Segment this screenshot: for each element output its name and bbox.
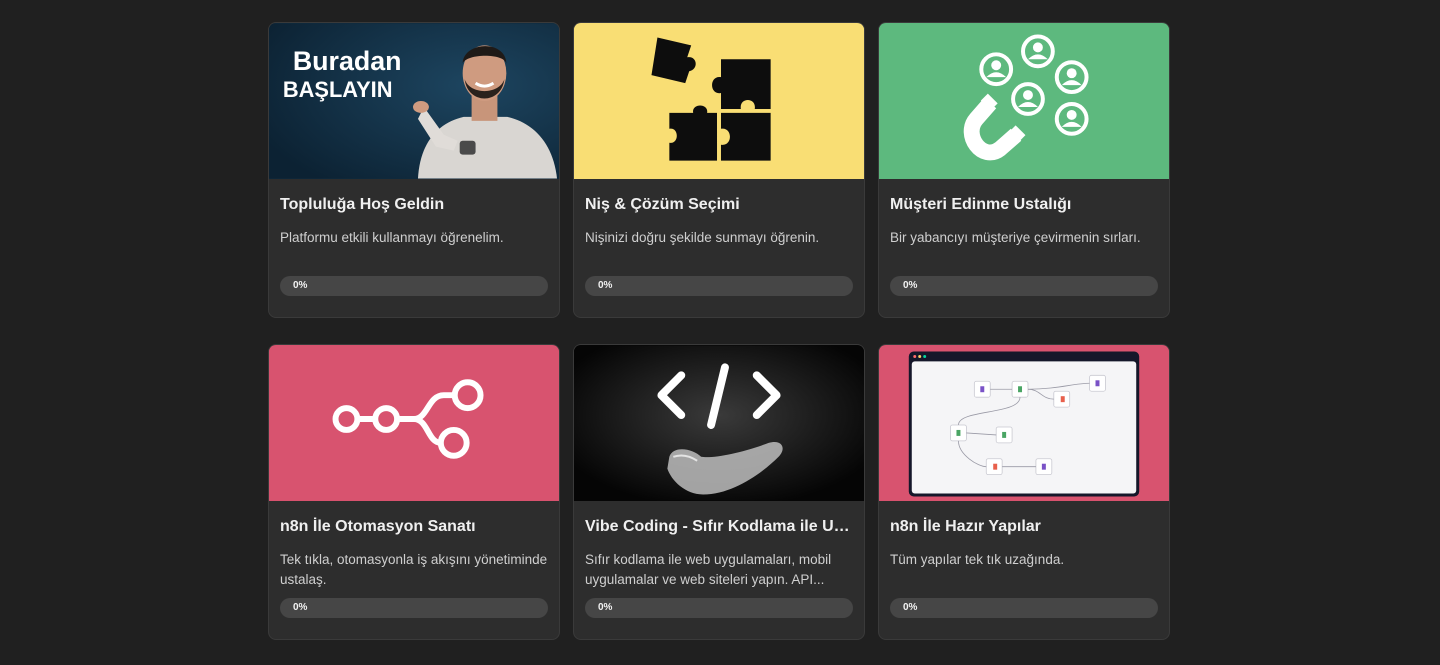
- course-card[interactable]: n8n İle Hazır Yapılar Tüm yapılar tek tı…: [878, 344, 1170, 640]
- course-grid: Buradan BAŞLAYIN Topluluğa Hoş Geldin Pl…: [268, 22, 1170, 640]
- course-thumbnail[interactable]: Buradan BAŞLAYIN: [269, 23, 559, 179]
- puzzle-icon: [574, 23, 864, 179]
- progress-label: 0%: [293, 280, 308, 291]
- thumb-text-line2: BAŞLAYIN: [283, 77, 393, 102]
- course-card[interactable]: Vibe Coding - Sıfır Kodlama ile Uygulama…: [573, 344, 865, 640]
- course-description: Nişinizi doğru şekilde sunmayı öğrenin.: [585, 230, 820, 245]
- progress-bar: 0%: [585, 276, 853, 296]
- progress-bar: 0%: [890, 276, 1158, 296]
- course-card[interactable]: Müşteri Edinme Ustalığı Bir yabancıyı mü…: [878, 22, 1170, 318]
- workflow-nodes-icon: [269, 345, 559, 501]
- thumb-text-line1: Buradan: [293, 46, 402, 76]
- course-card[interactable]: n8n İle Otomasyon Sanatı Tek tıkla, otom…: [268, 344, 560, 640]
- course-description: Platformu etkili kullanmayı öğrenelim.: [280, 230, 504, 245]
- course-card[interactable]: Niş & Çözüm Seçimi Nişinizi doğru şekild…: [573, 22, 865, 318]
- course-title[interactable]: Topluluğa Hoş Geldin: [280, 195, 548, 215]
- course-title[interactable]: Niş & Çözüm Seçimi: [585, 195, 853, 215]
- course-description: Sıfır kodlama ile web uygulamaları, mobi…: [585, 552, 832, 587]
- course-title[interactable]: Vibe Coding - Sıfır Kodlama ile Uygulama…: [585, 517, 853, 537]
- progress-bar: 0%: [280, 276, 548, 296]
- progress-label: 0%: [293, 602, 308, 613]
- course-title[interactable]: n8n İle Otomasyon Sanatı: [280, 517, 548, 537]
- progress-label: 0%: [598, 602, 613, 613]
- progress-label: 0%: [598, 280, 613, 291]
- course-thumbnail[interactable]: [574, 23, 864, 179]
- course-thumbnail[interactable]: [879, 23, 1169, 179]
- progress-label: 0%: [903, 602, 918, 613]
- presenter-photo: Buradan BAŞLAYIN: [269, 23, 559, 179]
- course-thumbnail[interactable]: [574, 345, 864, 501]
- course-title[interactable]: Müşteri Edinme Ustalığı: [890, 195, 1158, 215]
- course-thumbnail[interactable]: [269, 345, 559, 501]
- progress-label: 0%: [903, 280, 918, 291]
- course-description: Tek tıkla, otomasyonla iş akışını yöneti…: [280, 552, 548, 587]
- course-title[interactable]: n8n İle Hazır Yapılar: [890, 517, 1158, 537]
- course-description: Bir yabancıyı müşteriye çevirmenin sırla…: [890, 230, 1141, 245]
- progress-bar: 0%: [585, 598, 853, 618]
- magnet-users-icon: [879, 23, 1169, 179]
- course-description: Tüm yapılar tek tık uzağında.: [890, 552, 1065, 567]
- progress-bar: 0%: [280, 598, 548, 618]
- course-thumbnail[interactable]: [879, 345, 1169, 501]
- progress-bar: 0%: [890, 598, 1158, 618]
- workflow-screenshot: [879, 345, 1169, 501]
- course-card[interactable]: Buradan BAŞLAYIN Topluluğa Hoş Geldin Pl…: [268, 22, 560, 318]
- code-hand-icon: [574, 345, 864, 501]
